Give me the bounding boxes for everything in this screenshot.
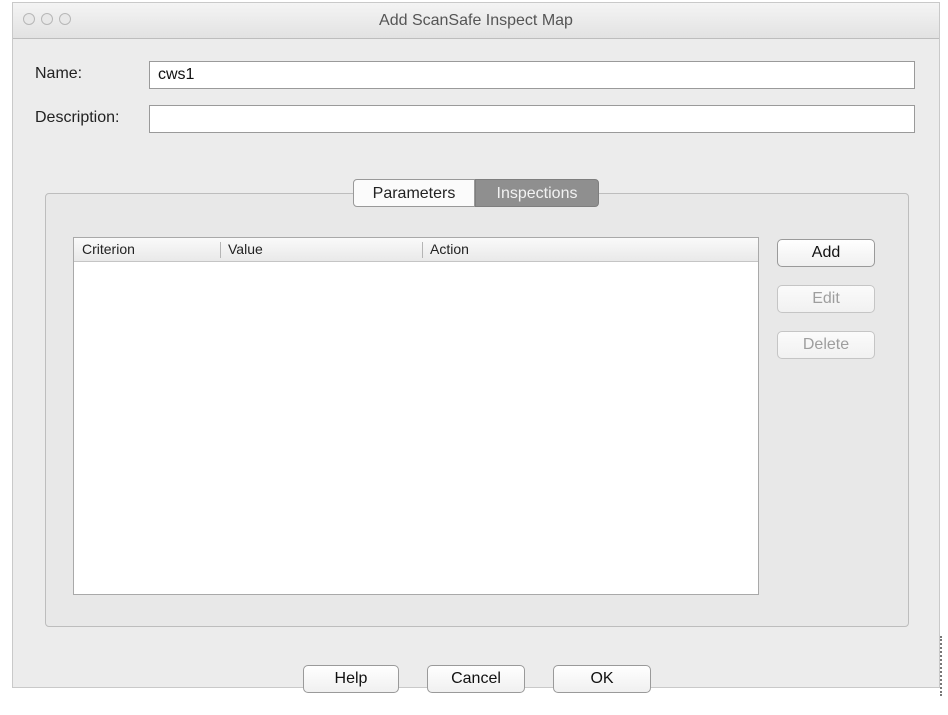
column-divider [422, 242, 423, 258]
column-header-criterion[interactable]: Criterion [82, 241, 135, 257]
description-label: Description: [35, 109, 120, 126]
name-label: Name: [35, 65, 83, 82]
edge-marker [940, 636, 948, 696]
description-field[interactable] [149, 105, 915, 133]
edit-button[interactable]: Edit [777, 285, 875, 313]
cancel-button[interactable]: Cancel [427, 665, 525, 693]
column-header-action[interactable]: Action [430, 241, 469, 257]
add-button[interactable]: Add [777, 239, 875, 267]
tab-inspections[interactable]: Inspections [475, 179, 599, 207]
name-field[interactable]: cws1 [149, 61, 915, 89]
table-header: Criterion Value Action [74, 238, 758, 262]
tab-parameters[interactable]: Parameters [353, 179, 475, 207]
column-header-value[interactable]: Value [228, 241, 263, 257]
title-bar[interactable]: Add ScanSafe Inspect Map [13, 3, 939, 39]
inspections-table[interactable]: Criterion Value Action [73, 237, 759, 595]
ok-button[interactable]: OK [553, 665, 651, 693]
delete-button[interactable]: Delete [777, 331, 875, 359]
column-divider [220, 242, 221, 258]
add-scansafe-inspect-map-dialog: Add ScanSafe Inspect Map Name: cws1 Desc… [12, 2, 940, 693]
window-title: Add ScanSafe Inspect Map [379, 12, 573, 29]
help-button[interactable]: Help [303, 665, 399, 693]
